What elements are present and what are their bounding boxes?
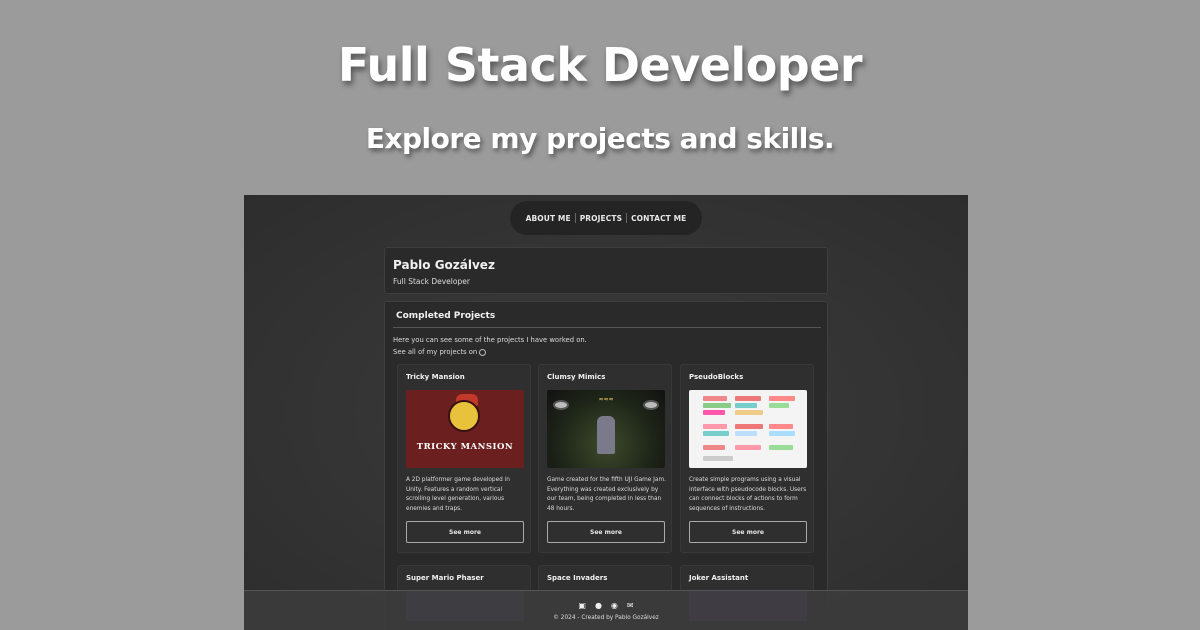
profile-role: Full Stack Developer — [393, 277, 470, 286]
mail-icon[interactable]: ✉ — [627, 601, 634, 610]
intro-line-2-text: See all of my projects on — [393, 348, 478, 356]
intro-line-1: Here you can see some of the projects I … — [393, 336, 587, 344]
github-icon[interactable]: ● — [595, 601, 602, 610]
see-more-button[interactable]: See more — [689, 521, 807, 543]
see-more-button[interactable]: See more — [547, 521, 665, 543]
project-image[interactable]: TRICKY MANSION — [406, 390, 524, 468]
nav-contact[interactable]: CONTACT ME — [631, 214, 686, 223]
project-name: Super Mario Phaser — [406, 574, 484, 582]
profile-name: Pablo Gozálvez — [393, 258, 495, 272]
see-more-button[interactable]: See more — [406, 521, 524, 543]
nav-divider — [574, 213, 576, 223]
project-name: PseudoBlocks — [689, 373, 744, 381]
site-preview: ABOUT ME PROJECTS CONTACT ME Pablo Gozál… — [244, 195, 968, 630]
intro-line-2: See all of my projects on — [393, 346, 587, 358]
character-icon — [448, 400, 480, 432]
divider — [393, 327, 821, 328]
project-name: Clumsy Mimics — [547, 373, 606, 381]
project-card-pseudoblocks: PseudoBlocks Create simple programs usin… — [680, 364, 814, 553]
eye-icon — [643, 400, 659, 410]
footer-icons: ▣ ● ◉ ✉ — [244, 601, 968, 610]
image-logo-text: TRICKY MANSION — [416, 442, 514, 452]
project-description: Game created for the fifth UJI Game Jam.… — [547, 477, 666, 512]
project-image[interactable] — [689, 390, 807, 468]
nav-divider — [626, 213, 628, 223]
project-card-clumsy-mimics: Clumsy Mimics ≈≈≈ Game created for the f… — [538, 364, 672, 553]
copyright-text: © 2024 - Created by Pablo Gozálvez — [553, 615, 659, 621]
hero-subtitle: Explore my projects and skills. — [365, 122, 835, 155]
projects-title: Completed Projects — [396, 311, 496, 321]
hero-title: Full Stack Developer — [337, 38, 863, 92]
itchio-icon[interactable]: ◉ — [611, 601, 618, 610]
project-card-tricky-mansion: Tricky Mansion TRICKY MANSION A 2D platf… — [397, 364, 531, 553]
nav-bar: ABOUT ME PROJECTS CONTACT ME — [510, 201, 702, 235]
linkedin-icon[interactable]: ▣ — [578, 601, 586, 610]
profile-card: Pablo Gozálvez Full Stack Developer — [384, 247, 828, 294]
game-logo-icon: ≈≈≈ — [598, 396, 614, 403]
project-image[interactable]: ≈≈≈ — [547, 390, 665, 468]
project-name: Space Invaders — [547, 574, 608, 582]
github-icon[interactable] — [479, 348, 487, 356]
projects-section: Completed Projects Here you can see some… — [384, 301, 828, 630]
eye-icon — [553, 400, 569, 410]
nav-projects[interactable]: PROJECTS — [580, 214, 622, 223]
project-name: Tricky Mansion — [406, 373, 465, 381]
project-name: Joker Assistant — [689, 574, 749, 582]
footer: ▣ ● ◉ ✉ © 2024 - Created by Pablo Gozálv… — [244, 590, 968, 630]
nav-about[interactable]: ABOUT ME — [526, 214, 571, 223]
project-description: A 2D platformer game developed in Unity.… — [406, 477, 510, 512]
project-description: Create simple programs using a visual in… — [689, 477, 807, 512]
projects-intro: Here you can see some of the projects I … — [393, 334, 587, 358]
figure-icon — [597, 416, 615, 454]
